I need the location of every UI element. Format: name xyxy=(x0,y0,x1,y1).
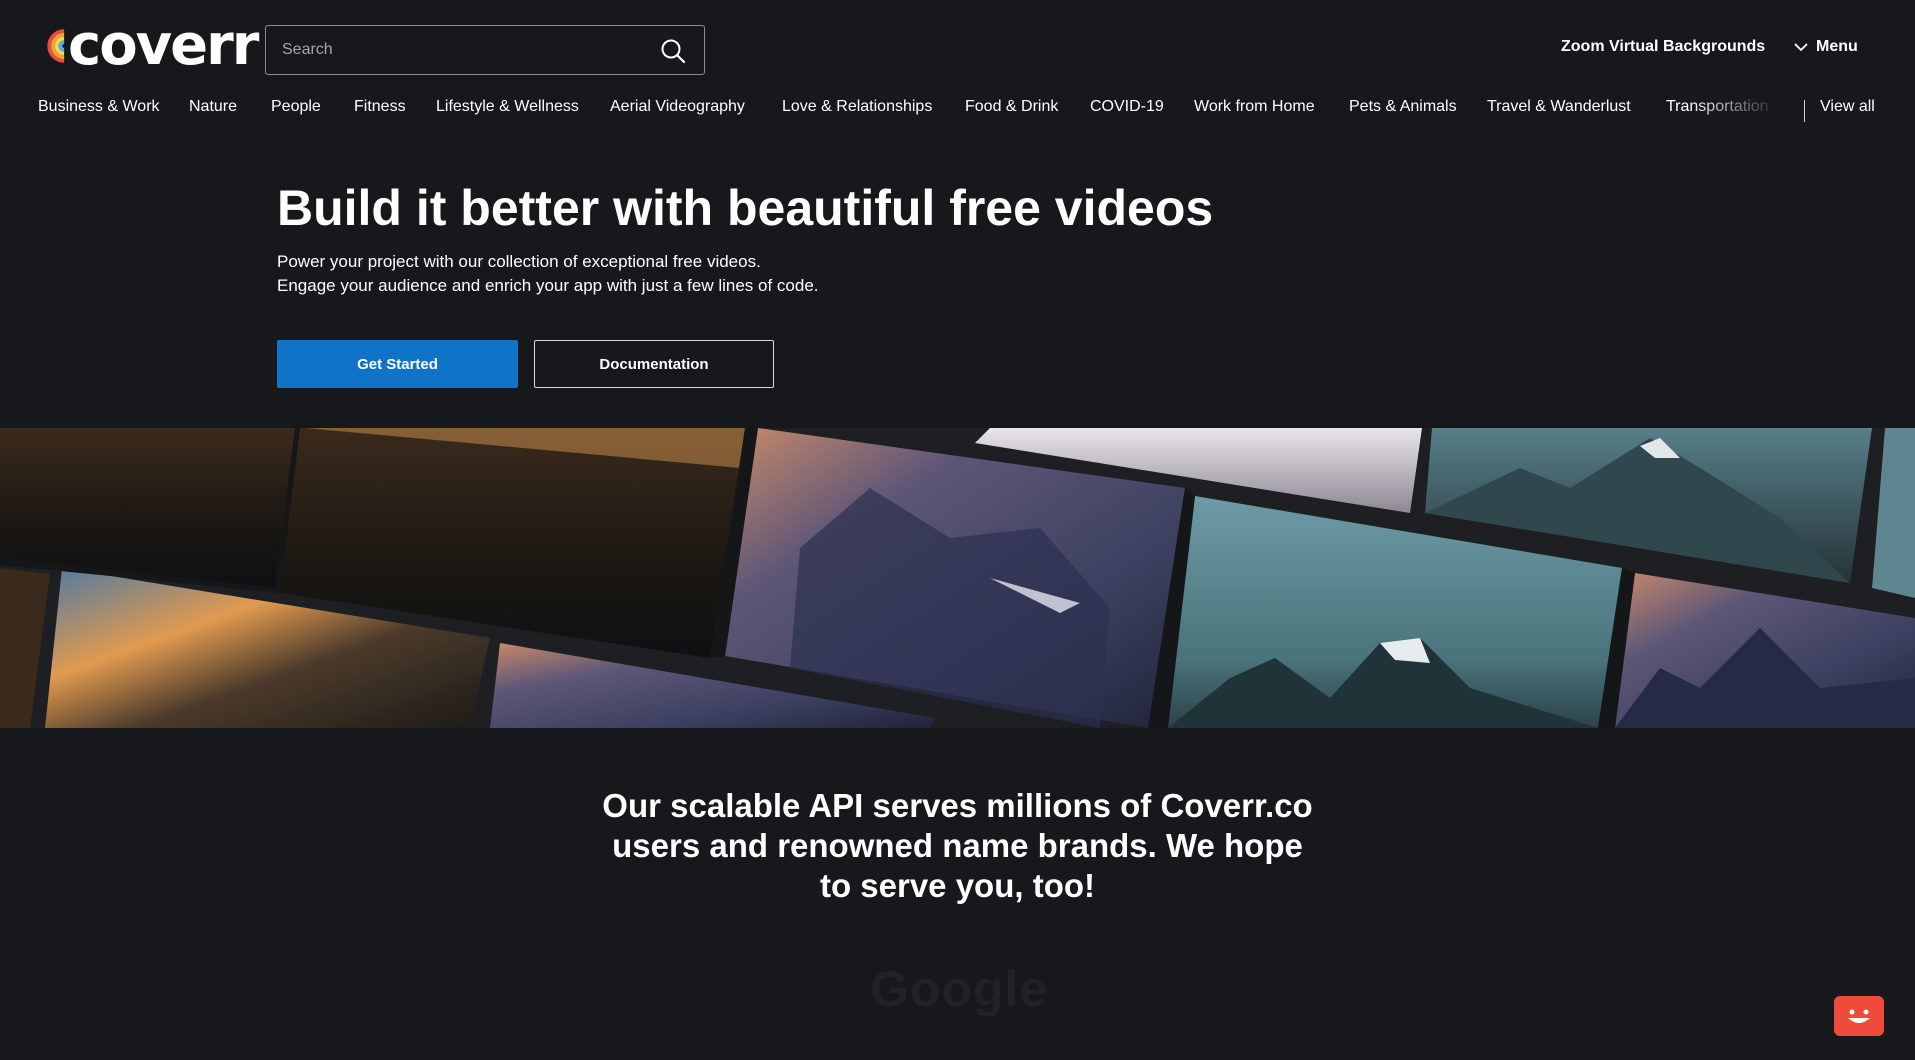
category-nature[interactable]: Nature xyxy=(189,98,237,116)
category-fade xyxy=(1690,98,1780,124)
category-aerial-videography[interactable]: Aerial Videography xyxy=(610,98,745,116)
category-pets-animals[interactable]: Pets & Animals xyxy=(1349,98,1457,116)
search-input[interactable] xyxy=(282,26,642,74)
site-header: coverr Zoom Virtual Backgrounds Menu Bus… xyxy=(0,0,1915,160)
category-love-relationships[interactable]: Love & Relationships xyxy=(782,98,932,116)
documentation-button[interactable]: Documentation xyxy=(534,340,774,388)
category-fitness[interactable]: Fitness xyxy=(354,98,406,116)
view-all-link[interactable]: View all xyxy=(1820,98,1875,116)
get-started-button[interactable]: Get Started xyxy=(277,340,518,388)
logo-text: coverr xyxy=(68,13,259,78)
chat-widget-button[interactable] xyxy=(1834,996,1884,1036)
menu-button[interactable]: Menu xyxy=(1794,38,1858,56)
nav-divider xyxy=(1804,100,1805,122)
hero-title: Build it better with beautiful free vide… xyxy=(277,180,1214,236)
api-description: Our scalable API serves millions of Cove… xyxy=(602,787,1313,904)
mountain-video-collage-image xyxy=(0,428,1915,728)
zoom-backgrounds-link[interactable]: Zoom Virtual Backgrounds xyxy=(1561,38,1765,56)
hero-subtitle-line-1: Power your project with our collection o… xyxy=(277,252,761,271)
category-work-from-home[interactable]: Work from Home xyxy=(1194,98,1315,116)
menu-label: Menu xyxy=(1816,38,1858,55)
category-people[interactable]: People xyxy=(271,98,321,116)
hero-section: Build it better with beautiful free vide… xyxy=(277,178,1213,298)
search-icon[interactable] xyxy=(660,38,686,64)
category-covid-19[interactable]: COVID-19 xyxy=(1090,98,1164,116)
category-travel-wanderlust[interactable]: Travel & Wanderlust xyxy=(1487,98,1631,116)
video-collage xyxy=(0,428,1915,728)
hero-subtitle: Power your project with our collection o… xyxy=(277,250,1213,298)
category-food-drink[interactable]: Food & Drink xyxy=(965,98,1058,116)
google-logo: Google xyxy=(870,961,1049,1017)
rainbow-logo-icon xyxy=(47,29,65,63)
category-business-work[interactable]: Business & Work xyxy=(38,98,160,116)
category-lifestyle-wellness[interactable]: Lifestyle & Wellness xyxy=(436,98,579,116)
category-nav: Business & Work Nature People Fitness Li… xyxy=(0,98,1915,124)
hero-subtitle-line-2: Engage your audience and enrich your app… xyxy=(277,276,819,295)
coverr-logo[interactable]: coverr xyxy=(38,13,259,78)
search-box xyxy=(265,25,705,75)
chat-face-icon xyxy=(1848,1009,1870,1023)
chevron-down-icon xyxy=(1794,42,1808,51)
